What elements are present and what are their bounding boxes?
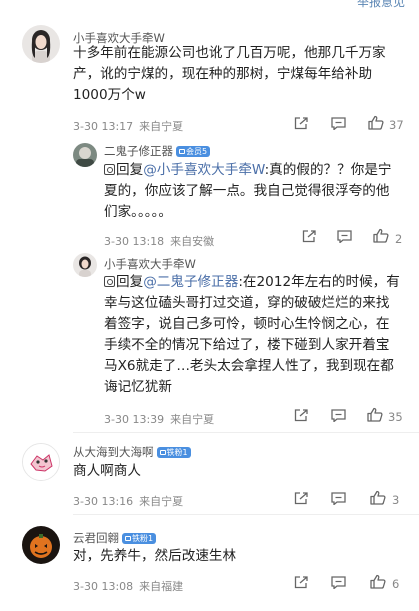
reply-icon bbox=[104, 164, 115, 175]
avatar[interactable] bbox=[22, 25, 60, 63]
reply-text: 回复@二鬼子修正器:在2012年左右的时候，有幸与这位磕头哥打过交道，穿的破破烂… bbox=[104, 272, 400, 398]
avatar[interactable] bbox=[73, 253, 97, 277]
member-badge: 会员5 bbox=[176, 146, 211, 157]
reply-text: 回复@小手喜欢大手牵W:真的假的？？你是宁夏的，你应该了解一点。我自己觉得很浮夸… bbox=[104, 160, 400, 223]
comment-icon[interactable] bbox=[337, 230, 352, 243]
comment-icon[interactable] bbox=[331, 492, 346, 505]
location: 来自宁夏 bbox=[139, 495, 184, 508]
avatar-image bbox=[23, 444, 59, 480]
comment-meta: 3-30 13:17 来自宁夏 bbox=[73, 118, 183, 134]
badge-icon bbox=[159, 450, 166, 455]
divider bbox=[73, 514, 419, 515]
mention-link[interactable]: @小手喜欢大手牵W bbox=[143, 162, 264, 178]
username[interactable]: 二鬼子修正器 会员5 bbox=[104, 143, 211, 159]
divider bbox=[73, 432, 419, 433]
location: 来自宁夏 bbox=[170, 413, 215, 426]
badge-label: 会员5 bbox=[186, 147, 208, 156]
share-icon[interactable] bbox=[294, 576, 308, 589]
comment-text: 对，先养牛，然后改速生林 bbox=[73, 548, 237, 564]
like-icon[interactable] bbox=[370, 490, 386, 505]
like-count: 35 bbox=[388, 410, 403, 424]
avatar[interactable] bbox=[22, 526, 60, 564]
like-icon[interactable] bbox=[368, 115, 384, 130]
comment-icon[interactable] bbox=[331, 576, 346, 589]
avatar-image bbox=[73, 253, 97, 277]
badge-label: 铁粉1 bbox=[166, 448, 188, 457]
timestamp: 3-30 13:17 bbox=[73, 120, 134, 133]
share-icon[interactable] bbox=[294, 492, 308, 505]
reply-prefix: 回复 bbox=[116, 162, 144, 178]
like-count: 6 bbox=[392, 577, 400, 591]
like-icon[interactable] bbox=[367, 407, 383, 422]
reply-body: :在2012年左右的时候，有幸与这位磕头哥打过交道，穿的破破烂烂的来找着签字，说… bbox=[104, 274, 400, 395]
comment-meta: 3-30 13:18 来自安徽 bbox=[104, 233, 214, 249]
avatar[interactable] bbox=[73, 143, 97, 167]
share-icon[interactable] bbox=[302, 230, 316, 243]
comment-meta: 3-30 13:16 来自宁夏 bbox=[73, 493, 183, 509]
comment-icon[interactable] bbox=[331, 409, 346, 422]
timestamp: 3-30 13:16 bbox=[73, 495, 134, 508]
share-icon[interactable] bbox=[294, 117, 308, 130]
avatar-image bbox=[22, 526, 60, 564]
reply-prefix: 回复 bbox=[116, 274, 144, 290]
location: 来自宁夏 bbox=[139, 120, 184, 133]
like-icon[interactable] bbox=[373, 228, 389, 243]
avatar-image bbox=[73, 143, 97, 167]
fan-badge: 铁粉1 bbox=[156, 447, 191, 458]
like-icon[interactable] bbox=[370, 574, 386, 589]
comment-meta: 3-30 13:39 来自宁夏 bbox=[104, 411, 214, 427]
comment-text: 商人啊商人 bbox=[73, 463, 141, 479]
location: 来自安徽 bbox=[170, 235, 215, 248]
timestamp: 3-30 13:08 bbox=[73, 580, 134, 593]
like-count: 2 bbox=[395, 232, 403, 246]
username[interactable]: 从大海到大海啊 铁粉1 bbox=[73, 444, 191, 460]
timestamp: 3-30 13:18 bbox=[104, 235, 165, 248]
badge-icon bbox=[125, 536, 131, 541]
username-text[interactable]: 从大海到大海啊 bbox=[73, 445, 154, 459]
mention-link[interactable]: @二鬼子修正器 bbox=[143, 274, 238, 290]
like-count: 37 bbox=[389, 118, 404, 132]
avatar-image bbox=[22, 25, 60, 63]
location: 来自福建 bbox=[139, 580, 184, 593]
reply-icon bbox=[104, 276, 115, 287]
fan-badge: 铁粉1 bbox=[122, 533, 157, 544]
username[interactable]: 小手喜欢大手牵W bbox=[104, 256, 196, 272]
comment-icon[interactable] bbox=[331, 117, 346, 130]
report-link[interactable]: 举报意见 bbox=[357, 0, 405, 10]
username-text[interactable]: 云君回翱 bbox=[73, 531, 119, 545]
share-icon[interactable] bbox=[294, 409, 308, 422]
username[interactable]: 云君回翱 铁粉1 bbox=[73, 530, 157, 546]
avatar[interactable] bbox=[22, 443, 60, 481]
like-count: 3 bbox=[392, 493, 400, 507]
badge-label: 铁粉1 bbox=[132, 534, 154, 543]
badge-icon bbox=[179, 149, 185, 154]
comment-text: 十多年前在能源公司也讹了几百万呢，他那几千万家产，讹的宁煤的，现在种的那树，宁煤… bbox=[73, 45, 386, 103]
timestamp: 3-30 13:39 bbox=[104, 413, 165, 426]
username-text[interactable]: 二鬼子修正器 bbox=[104, 144, 173, 158]
comment-meta: 3-30 13:08 来自福建 bbox=[73, 578, 183, 594]
